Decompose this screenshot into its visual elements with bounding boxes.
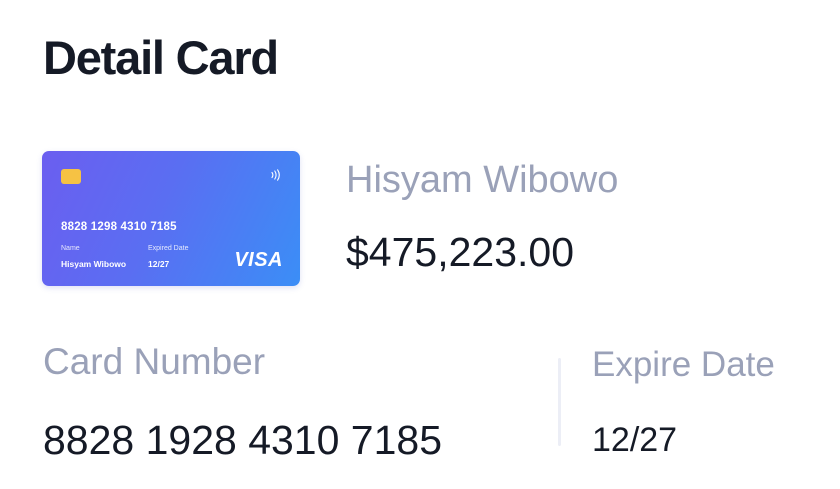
visa-logo: VISA xyxy=(234,249,283,271)
card-balance: $475,223.00 xyxy=(346,229,575,275)
page-title: Detail Card xyxy=(43,31,279,84)
card-name-value: Hisyam Wibowo xyxy=(61,259,127,269)
card-expiry-value: 12/27 xyxy=(148,259,170,269)
card-expiry-label: Expired Date xyxy=(148,245,189,252)
card-number-label: Card Number xyxy=(43,341,266,382)
expire-date-value: 12/27 xyxy=(592,421,678,459)
card-number-on-card: 8828 1298 4310 7185 xyxy=(61,221,177,233)
divider xyxy=(558,358,561,446)
card-holder-name: Hisyam Wibowo xyxy=(346,159,619,201)
contactless-icon xyxy=(270,168,282,186)
expire-date-label: Expire Date xyxy=(592,345,775,384)
chip-icon xyxy=(61,169,81,184)
card-name-label: Name xyxy=(61,245,80,252)
card-number-value: 8828 1928 4310 7185 xyxy=(43,417,443,463)
credit-card[interactable]: 8828 1298 4310 7185 Name Expired Date Hi… xyxy=(42,151,300,286)
